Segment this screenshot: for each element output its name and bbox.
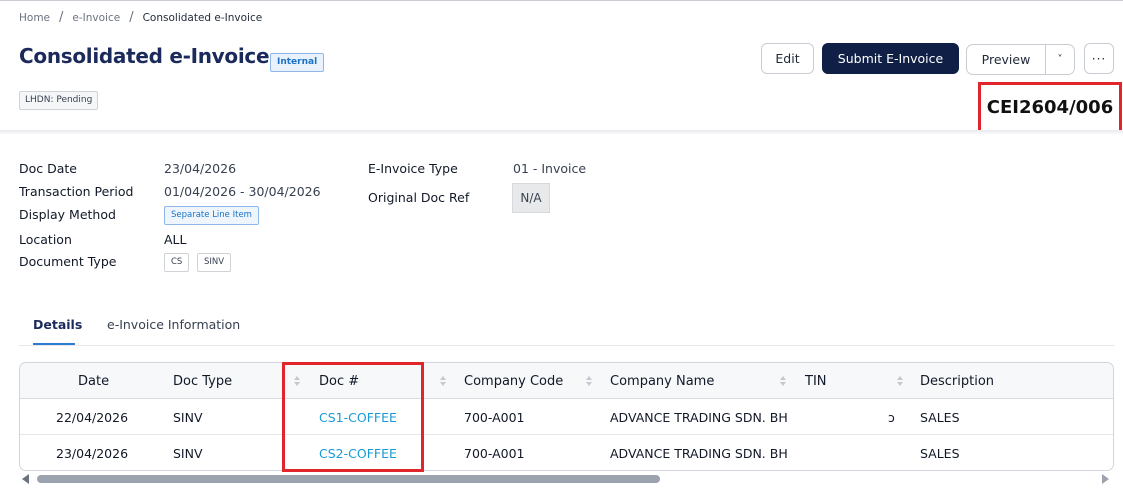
einvoice-type-value: 01 - Invoice — [513, 161, 587, 176]
top-border — [0, 0, 1123, 1]
document-type-chip-sinv: SINV — [197, 253, 232, 272]
location-label: Location — [19, 232, 72, 247]
table-row[interactable]: 23/04/2026 SINV CS2-COFFEE 700-A001 ADVA… — [20, 435, 1113, 470]
column-header-tin[interactable]: TIN — [805, 363, 827, 399]
preview-dropdown-button[interactable]: ˅ — [1045, 44, 1075, 75]
display-method-label: Display Method — [19, 207, 116, 222]
more-actions-button[interactable]: ··· — [1084, 43, 1114, 74]
table-header: Date Doc Type Doc # Company Code Company… — [20, 363, 1113, 399]
edit-button[interactable]: Edit — [761, 43, 814, 74]
cell-company-code: 700-A001 — [464, 409, 525, 425]
document-type-chip-cs: CS — [164, 253, 190, 272]
breadcrumb-home[interactable]: Home — [19, 12, 50, 24]
active-tab-indicator — [33, 343, 75, 345]
page-title: Consolidated e-Invoice — [19, 44, 270, 68]
scroll-left-icon[interactable] — [22, 474, 29, 484]
lhdn-status-badge: LHDN: Pending — [19, 91, 99, 110]
table-row[interactable]: 22/04/2026 SINV CS1-COFFEE 700-A001 ADVA… — [20, 399, 1113, 435]
original-doc-ref-value: N/A — [512, 183, 550, 213]
original-doc-ref-label: Original Doc Ref — [368, 190, 470, 205]
display-method-chip: Separate Line Item — [164, 206, 259, 225]
cell-company-name: ADVANCE TRADING SDN. BH... — [610, 445, 788, 461]
cell-company-name: ADVANCE TRADING SDN. BH... — [610, 409, 788, 425]
cell-description: SALES — [920, 409, 960, 425]
cell-company-code: 700-A001 — [464, 445, 525, 461]
tab-divider — [19, 345, 1114, 346]
scrollbar-thumb[interactable] — [37, 475, 660, 483]
breadcrumb-current: Consolidated e-Invoice — [142, 11, 263, 24]
breadcrumb-separator: / — [129, 10, 134, 25]
transaction-period-label: Transaction Period — [19, 184, 134, 199]
cell-doc-type: SINV — [173, 445, 203, 461]
doc-date-label: Doc Date — [19, 161, 77, 176]
breadcrumb-einvoice[interactable]: e-Invoice — [72, 12, 120, 24]
preview-button[interactable]: Preview — [966, 44, 1046, 75]
location-value: ALL — [164, 232, 187, 247]
submit-einvoice-button[interactable]: Submit E-Invoice — [822, 43, 959, 74]
document-number: CEI2604/006 — [978, 82, 1122, 133]
transaction-period-value: 01/04/2026 - 30/04/2026 — [164, 184, 321, 199]
cell-doc-type: SINV — [173, 409, 203, 425]
column-header-date[interactable]: Date — [78, 363, 109, 399]
document-type-label: Document Type — [19, 254, 117, 269]
documents-table: Date Doc Type Doc # Company Code Company… — [19, 362, 1114, 471]
chevron-down-icon: ˅ — [1057, 54, 1063, 65]
column-header-company-name[interactable]: Company Name — [610, 363, 714, 399]
doc-no-highlight-box — [282, 362, 424, 472]
sort-icon[interactable] — [779, 375, 787, 387]
column-header-description[interactable]: Description — [920, 363, 994, 399]
sort-icon[interactable] — [585, 375, 593, 387]
cell-tin: ɔ — [888, 409, 895, 425]
cell-date: 22/04/2026 — [56, 409, 129, 425]
tab-details[interactable]: Details — [33, 317, 82, 332]
breadcrumb: Home / e-Invoice / Consolidated e-Invoic… — [19, 10, 262, 25]
sort-icon[interactable] — [439, 375, 447, 387]
cell-date: 23/04/2026 — [56, 445, 129, 461]
scroll-right-icon[interactable] — [1102, 474, 1109, 484]
tab-einvoice-information[interactable]: e-Invoice Information — [107, 317, 240, 332]
doc-date-value: 23/04/2026 — [164, 161, 237, 176]
cell-description: SALES — [920, 445, 960, 461]
einvoice-type-label: E-Invoice Type — [368, 161, 458, 176]
breadcrumb-separator: / — [59, 10, 64, 25]
ellipsis-icon: ··· — [1091, 51, 1107, 66]
column-header-doc-type[interactable]: Doc Type — [173, 363, 232, 399]
column-header-company-code[interactable]: Company Code — [464, 363, 563, 399]
sort-icon[interactable] — [896, 375, 904, 387]
internal-badge: Internal — [270, 53, 325, 72]
header-divider — [0, 130, 1123, 135]
